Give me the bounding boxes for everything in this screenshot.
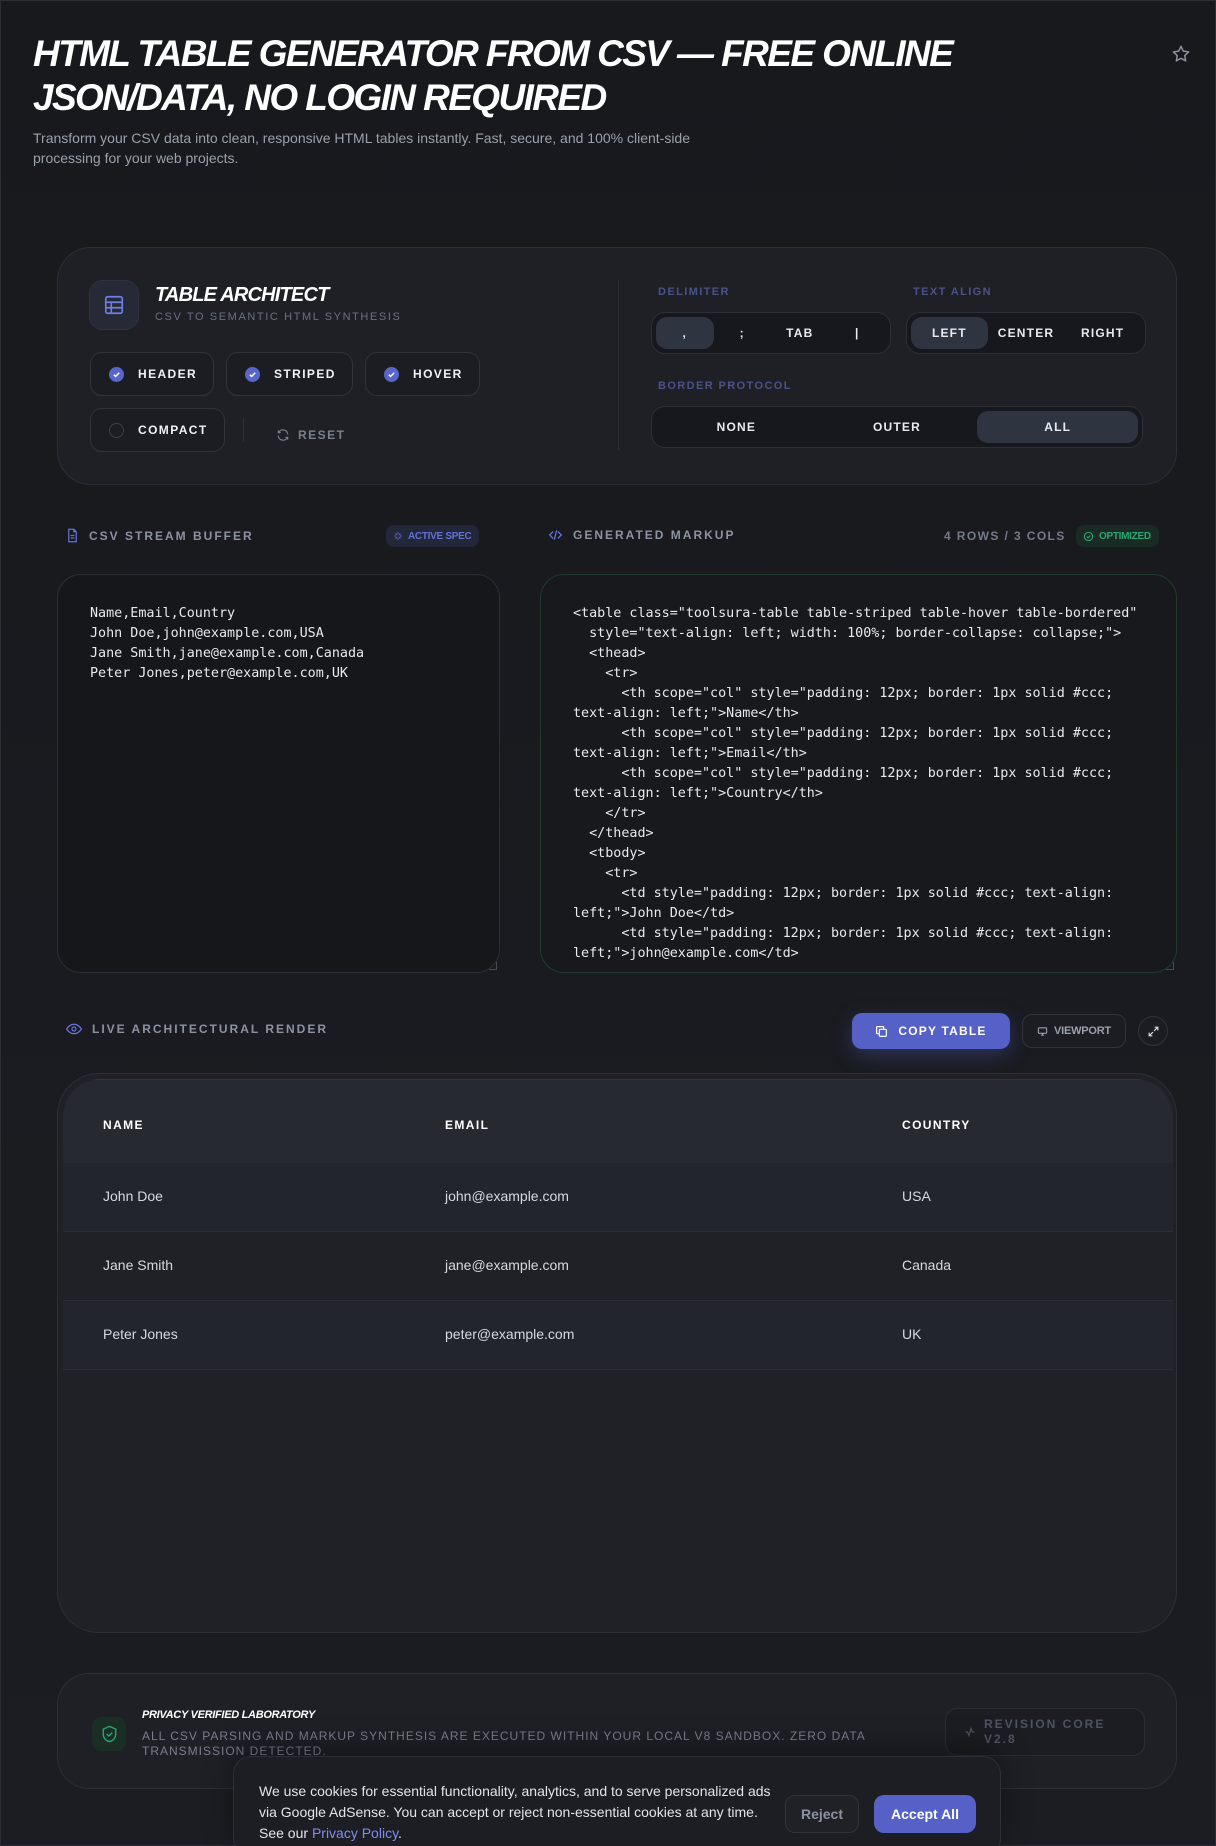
render-section-label: LIVE ARCHITECTURAL RENDER <box>66 1022 328 1036</box>
table-cell: USA <box>902 1188 931 1204</box>
table-cell: Canada <box>902 1257 952 1273</box>
code-icon <box>548 530 563 540</box>
align-option-left[interactable]: LEFT <box>911 317 988 349</box>
toggle-header[interactable]: HEADER <box>90 352 215 396</box>
viewport-button[interactable]: VIEWPORT <box>1022 1014 1126 1048</box>
architect-subtitle: CSV TO SEMANTIC HTML SYNTHESIS <box>155 311 402 323</box>
render-section-title: LIVE ARCHITECTURAL RENDER <box>92 1022 329 1036</box>
border-option-all[interactable]: ALL <box>977 411 1139 443</box>
table-cell: Peter Jones <box>103 1326 178 1342</box>
badge-text: ACTIVE SPEC <box>408 530 472 542</box>
viewport-label: VIEWPORT <box>1053 1025 1112 1037</box>
markup-section-label: GENERATED MARKUP <box>548 528 735 542</box>
text-align-label: TEXT ALIGN <box>913 286 992 298</box>
table-header-row: NAME EMAIL COUNTRY <box>63 1079 1173 1163</box>
optimized-badge: OPTIMIZED <box>1076 525 1159 547</box>
border-protocol-label: BORDER PROTOCOL <box>658 380 792 392</box>
check-icon <box>384 366 399 382</box>
eye-icon <box>66 1023 82 1035</box>
privacy-text: ALL CSV PARSING AND MARKUP SYNTHESIS ARE… <box>142 1729 866 1758</box>
reset-label: RESET <box>298 428 346 442</box>
table-grid-icon <box>89 280 139 330</box>
unchecked-circle-icon <box>109 422 124 438</box>
toggle-label: STRIPED <box>274 367 336 381</box>
cookie-text-end: . <box>398 1825 402 1841</box>
privacy-title: PRIVACY VERIFIED LABORATORY <box>142 1709 316 1721</box>
column-header-name: NAME <box>103 1118 144 1132</box>
delimiter-option-semicolon[interactable]: ; <box>714 317 772 349</box>
active-spec-badge: ACTIVE SPEC <box>386 525 480 547</box>
activity-icon <box>965 1726 975 1738</box>
refresh-icon <box>277 429 289 441</box>
markup-section-title: GENERATED MARKUP <box>573 528 736 542</box>
badge-text: OPTIMIZED <box>1099 530 1151 542</box>
delimiter-label: DELIMITER <box>658 286 730 298</box>
toggle-label: HEADER <box>138 367 198 381</box>
delimiter-option-comma[interactable]: , <box>656 317 714 349</box>
architect-title: TABLE ARCHITECT <box>155 284 329 306</box>
toggle-label: HOVER <box>413 367 463 381</box>
cookie-banner: We use cookies for essential functionali… <box>233 1756 1001 1846</box>
csv-input[interactable]: Name,Email,Country John Doe,john@example… <box>57 574 500 973</box>
revision-badge: REVISION CORE V2.8 <box>945 1708 1145 1756</box>
accept-cookies-button[interactable]: Accept All <box>874 1795 976 1833</box>
live-render-table: NAME EMAIL COUNTRY John Doe john@example… <box>57 1073 1177 1633</box>
page-subtitle: Transform your CSV data into clean, resp… <box>33 130 691 166</box>
text-align-selector: LEFT CENTER RIGHT <box>906 312 1146 354</box>
table-row[interactable]: Peter Jones peter@example.com UK <box>63 1301 1173 1370</box>
table-cell: UK <box>902 1326 922 1342</box>
check-icon <box>245 366 260 382</box>
resize-handle[interactable] <box>489 962 497 970</box>
revision-text: REVISION CORE V2.8 <box>984 1717 1106 1746</box>
delimiter-option-tab[interactable]: TAB <box>771 317 829 349</box>
divider <box>243 418 244 442</box>
page-title: HTML TABLE GENERATOR FROM CSV — FREE ONL… <box>33 33 954 118</box>
favorite-star-icon[interactable] <box>1169 42 1193 66</box>
table-row[interactable]: Jane Smith jane@example.com Canada <box>63 1232 1173 1301</box>
copy-icon <box>876 1025 888 1037</box>
border-protocol-selector: NONE OUTER ALL <box>651 406 1143 448</box>
table-cell: John Doe <box>103 1188 163 1204</box>
delimiter-option-pipe[interactable]: | <box>829 317 887 349</box>
copy-table-button[interactable]: COPY TABLE <box>852 1013 1010 1049</box>
table-row[interactable]: John Doe john@example.com USA <box>63 1163 1173 1232</box>
table-architect-panel: TABLE ARCHITECT CSV TO SEMANTIC HTML SYN… <box>57 247 1177 485</box>
divider <box>618 280 619 450</box>
expand-icon[interactable] <box>1138 1016 1168 1046</box>
dimensions-readout: 4 ROWS / 3 COLS <box>944 529 1066 543</box>
table-cell: john@example.com <box>445 1188 569 1204</box>
table-cell: peter@example.com <box>445 1326 575 1342</box>
toggle-hover[interactable]: HOVER <box>365 352 480 396</box>
toggle-compact[interactable]: COMPACT <box>90 408 225 452</box>
csv-section-label: CSV STREAM BUFFER <box>66 528 254 543</box>
file-icon <box>68 528 77 543</box>
page-header: HTML TABLE GENERATOR FROM CSV — FREE ONL… <box>33 32 1153 168</box>
check-circle-icon <box>1083 531 1094 541</box>
delimiter-selector: , ; TAB | <box>651 312 891 354</box>
border-option-outer[interactable]: OUTER <box>817 411 978 443</box>
align-option-right[interactable]: RIGHT <box>1064 317 1141 349</box>
table-cell: Jane Smith <box>103 1257 174 1273</box>
monitor-icon <box>1037 1026 1048 1036</box>
check-icon <box>109 366 124 382</box>
reject-cookies-button[interactable]: Reject <box>785 1795 859 1833</box>
table-cell: jane@example.com <box>445 1257 569 1273</box>
privacy-policy-link[interactable]: Privacy Policy <box>312 1825 398 1841</box>
copy-table-label: COPY TABLE <box>898 1024 987 1038</box>
column-header-country: COUNTRY <box>902 1118 971 1132</box>
sparkle-icon <box>394 532 402 540</box>
column-header-email: EMAIL <box>445 1118 490 1132</box>
markup-output[interactable]: <table class="toolsura-table table-strip… <box>540 574 1177 973</box>
toggle-label: COMPACT <box>138 423 208 437</box>
shield-check-icon <box>92 1717 126 1751</box>
border-option-none[interactable]: NONE <box>656 411 817 443</box>
csv-section-title: CSV STREAM BUFFER <box>89 528 254 543</box>
toggle-striped[interactable]: STRIPED <box>226 352 353 396</box>
cookie-message: We use cookies for essential functionali… <box>259 1781 779 1844</box>
resize-handle[interactable] <box>1166 962 1174 970</box>
reset-button[interactable]: RESET <box>276 422 346 448</box>
align-option-center[interactable]: CENTER <box>988 317 1065 349</box>
